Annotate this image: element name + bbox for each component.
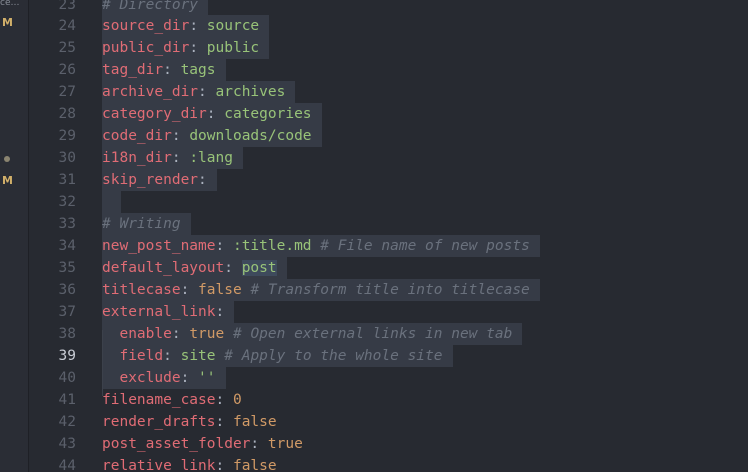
line-content: public_dir: public — [102, 37, 270, 59]
line-content: field: site # Apply to the whole site — [102, 345, 453, 367]
code-line[interactable]: 26 tag_dir: tags — [29, 59, 748, 81]
line-number: 36 — [58, 282, 76, 298]
line-content: default_layout: post — [102, 257, 287, 279]
line-content: archive_dir: archives — [102, 81, 296, 103]
line-number: 29 — [58, 128, 76, 144]
line-number: 33 — [58, 216, 76, 232]
line-content: new_post_name: :title.md # File name of … — [102, 235, 540, 257]
line-number: 44 — [58, 458, 76, 472]
line-content: source_dir: source — [102, 15, 270, 37]
code-line[interactable]: 37 external_link: — [29, 301, 748, 323]
line-number: 43 — [58, 436, 76, 452]
line-number: 30 — [58, 150, 76, 166]
line-number: 34 — [58, 238, 76, 254]
code-line[interactable]: 32 — [29, 191, 748, 213]
line-content: render_drafts: false — [102, 414, 277, 430]
code-line[interactable]: 28 category_dir: categories — [29, 103, 748, 125]
line-number: 25 — [58, 40, 76, 56]
code-line[interactable]: 24 source_dir: source — [29, 15, 748, 37]
line-content: tag_dir: tags — [102, 59, 226, 81]
indent-guide — [102, 330, 103, 396]
code-line[interactable]: 40 exclude: '' — [29, 367, 748, 389]
line-content: skip_render: — [102, 169, 217, 191]
code-line-active[interactable]: 39 field: site # Apply to the whole site — [29, 345, 748, 367]
code-line[interactable]: 42 render_drafts: false — [29, 411, 748, 433]
code-editor[interactable]: 23 # Directory 24 source_dir: source 25 … — [29, 0, 748, 472]
code-line[interactable]: 29 code_dir: downloads/code — [29, 125, 748, 147]
line-content: external_link: — [102, 301, 235, 323]
code-line[interactable]: 41 filename_case: 0 — [29, 389, 748, 411]
code-line[interactable]: 27 archive_dir: archives — [29, 81, 748, 103]
explorer-gutter: ce… M M — [0, 0, 29, 472]
line-number: 23 — [58, 0, 76, 13]
code-line[interactable]: 43 post_asset_folder: true — [29, 433, 748, 455]
code-line[interactable]: 23 # Directory — [29, 0, 748, 16]
line-number: 37 — [58, 304, 76, 320]
line-number: 39 — [58, 348, 76, 364]
line-number: 26 — [58, 62, 76, 78]
code-line[interactable]: 38 enable: true # Open external links in… — [29, 323, 748, 345]
line-number: 38 — [58, 326, 76, 342]
code-line[interactable]: 30 i18n_dir: :lang — [29, 147, 748, 169]
modified-marker: M — [2, 174, 13, 187]
code-line[interactable]: 33 # Writing — [29, 213, 748, 235]
modified-marker: M — [2, 16, 13, 29]
code-line[interactable]: 25 public_dir: public — [29, 37, 748, 59]
unsaved-dot-icon — [0, 148, 28, 170]
code-line[interactable]: 31 skip_render: — [29, 169, 748, 191]
line-content: enable: true # Open external links in ne… — [102, 323, 523, 345]
code-line[interactable]: 35 default_layout: post — [29, 257, 748, 279]
line-number: 41 — [58, 392, 76, 408]
line-number: 35 — [58, 260, 76, 276]
line-number: 40 — [58, 370, 76, 386]
code-line[interactable]: 44 relative_link: false — [29, 455, 748, 472]
line-content: category_dir: categories — [102, 103, 322, 125]
line-number: 42 — [58, 414, 76, 430]
line-content: i18n_dir: :lang — [102, 147, 243, 169]
line-content: relative_link: false — [102, 458, 277, 472]
code-line[interactable]: 34 new_post_name: :title.md # File name … — [29, 235, 748, 257]
line-content: exclude: '' — [102, 367, 226, 389]
line-content: post_asset_folder: true — [102, 436, 303, 452]
line-number: 31 — [58, 172, 76, 188]
line-number: 27 — [58, 84, 76, 100]
code-line[interactable]: 36 titlecase: false # Transform title in… — [29, 279, 748, 301]
line-content: filename_case: 0 — [102, 392, 242, 408]
line-content: # Directory — [102, 0, 209, 16]
line-content: # Writing — [102, 213, 191, 235]
line-content — [102, 191, 121, 213]
line-content: titlecase: false # Transform title into … — [102, 279, 540, 301]
line-content: code_dir: downloads/code — [102, 125, 322, 147]
line-number: 28 — [58, 106, 76, 122]
line-number: 32 — [58, 194, 76, 210]
line-number: 24 — [58, 18, 76, 34]
